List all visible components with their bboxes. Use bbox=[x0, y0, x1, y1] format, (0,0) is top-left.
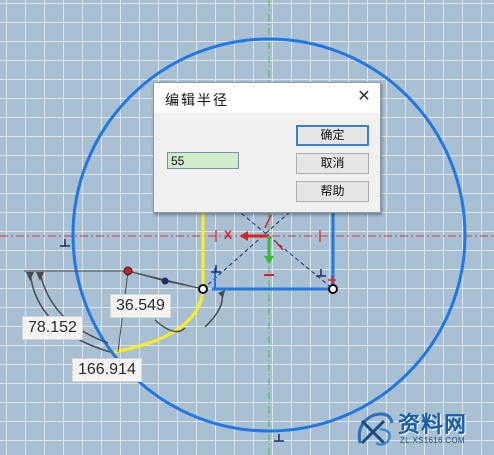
edit-radius-dialog[interactable]: 编辑半径 ✕ 确定 取消 帮助 bbox=[153, 82, 381, 213]
selected-arc[interactable] bbox=[113, 210, 205, 354]
sketch-endpoint-1[interactable] bbox=[198, 284, 208, 294]
watermark-title: 资料网 bbox=[398, 413, 468, 438]
close-icon[interactable]: ✕ bbox=[356, 89, 372, 105]
help-button[interactable]: 帮助 bbox=[296, 181, 369, 202]
dimension-arc-1 bbox=[29, 271, 111, 353]
watermark-url: ZL.XS1616.COM bbox=[400, 436, 465, 445]
sketch-canvas[interactable]: X 36.549 78.152 166.914 编辑半径 ✕ 确定 取消 帮助 … bbox=[0, 0, 494, 455]
dimension-label-166914[interactable]: 166.914 bbox=[72, 358, 142, 382]
construction-line-2 bbox=[235, 208, 334, 290]
sketch-point-1[interactable] bbox=[123, 266, 133, 276]
ok-button[interactable]: 确定 bbox=[296, 125, 369, 146]
dimension-arc-4 bbox=[204, 292, 224, 328]
endpoint-ticks bbox=[328, 276, 336, 284]
dialog-body: 确定 取消 帮助 bbox=[154, 113, 380, 212]
site-watermark: 资料网 ZL.XS1616.COM bbox=[354, 407, 490, 451]
sketch-geometry[interactable] bbox=[0, 0, 494, 455]
dimension-label-36549[interactable]: 36.549 bbox=[110, 294, 171, 318]
sketch-endpoint-2[interactable] bbox=[328, 284, 338, 294]
radius-input[interactable] bbox=[167, 152, 239, 169]
sketch-point-2[interactable] bbox=[161, 277, 169, 285]
xs-logo-icon bbox=[357, 412, 394, 446]
construction-line-1 bbox=[202, 209, 293, 290]
dialog-title: 编辑半径 bbox=[165, 93, 229, 109]
dimension-label-78152[interactable]: 78.152 bbox=[22, 316, 83, 340]
cancel-button[interactable]: 取消 bbox=[296, 153, 369, 174]
x-axis-label: X bbox=[224, 228, 233, 242]
